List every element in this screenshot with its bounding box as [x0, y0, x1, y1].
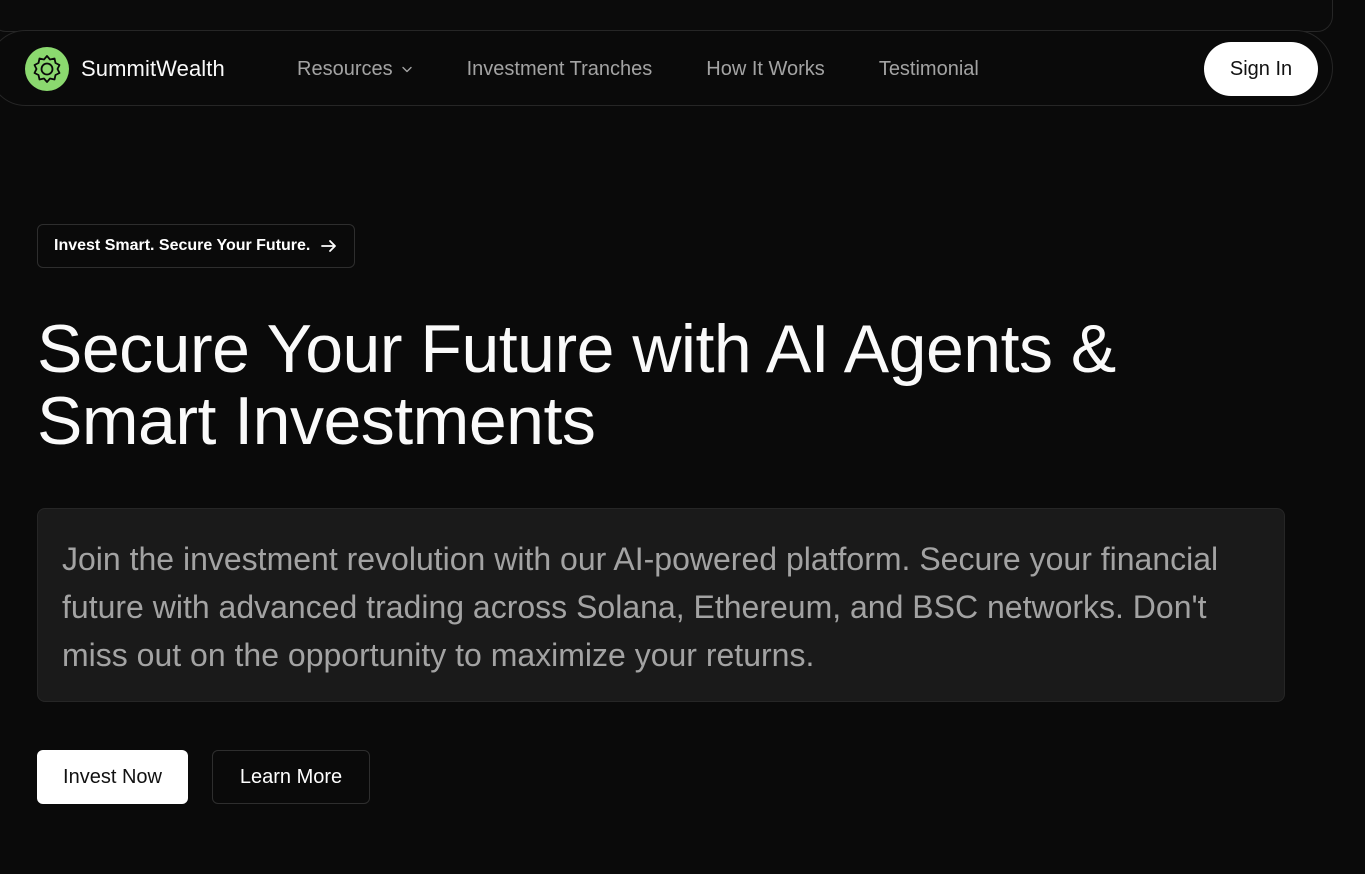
hero-title-line-2: Smart Investments — [37, 383, 596, 459]
nav-item-label: Testimonial — [878, 57, 979, 80]
hero-badge[interactable]: Invest Smart. Secure Your Future. — [37, 224, 356, 268]
hero-badge-label: Invest Smart. Secure Your Future. — [54, 237, 311, 254]
nav-item-how-it-works[interactable]: How It Works — [706, 58, 825, 81]
navbar: SummitWealth Resources Investment Tranch… — [0, 30, 1333, 106]
badge-seal-icon — [25, 47, 69, 91]
nav-item-label: How It Works — [706, 57, 825, 80]
brand-name: SummitWealth — [81, 56, 225, 81]
nav-item-investment-tranches[interactable]: Investment Tranches — [467, 58, 653, 81]
hero-title: Secure Your Future with AI Agents & Smar… — [37, 313, 1287, 457]
nav-links: Resources Investment Tranches How It Wor… — [297, 31, 1033, 107]
hero-title-line-1: Secure Your Future with AI Agents & — [37, 311, 1116, 387]
hero-description: Join the investment revolution with our … — [62, 541, 1219, 673]
nav-item-resources[interactable]: Resources — [297, 58, 413, 81]
learn-more-button[interactable]: Learn More — [212, 750, 370, 804]
brand-link[interactable]: SummitWealth — [25, 47, 225, 91]
nav-item-label: Resources — [297, 57, 393, 80]
nav-item-label: Investment Tranches — [466, 57, 653, 80]
nav-item-testimonial[interactable]: Testimonial — [879, 58, 979, 81]
invest-now-button[interactable]: Invest Now — [37, 750, 188, 804]
hero-description-panel: Join the investment revolution with our … — [37, 508, 1285, 702]
arrow-right-icon — [320, 237, 338, 255]
sign-in-button[interactable]: Sign In — [1204, 42, 1318, 96]
previous-nav-strip — [0, 0, 1333, 32]
chevron-down-icon — [401, 63, 413, 75]
